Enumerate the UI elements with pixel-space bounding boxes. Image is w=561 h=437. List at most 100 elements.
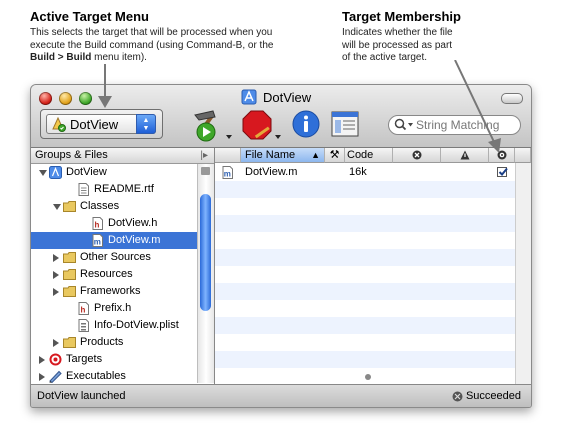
minimize-window-button[interactable] [59, 92, 72, 105]
sidebar-item[interactable]: DotView [31, 164, 197, 181]
sidebar-item-label: Other Sources [80, 251, 151, 263]
column-header-code-label: Code [347, 149, 374, 161]
sidebar-scrollbar-thumb[interactable] [200, 194, 211, 311]
checkmark-icon [498, 167, 508, 176]
disclosure-closed-icon[interactable] [53, 254, 59, 262]
column-header-build[interactable]: ⚒ [325, 148, 345, 163]
disclosure-closed-icon[interactable] [39, 373, 45, 381]
sidebar-item-label: Executables [66, 370, 126, 382]
status-message: DotView launched [37, 390, 126, 402]
column-header-spacer [515, 148, 531, 163]
disclosure-open-icon[interactable] [53, 204, 61, 210]
detail-scrollbar[interactable] [515, 163, 531, 384]
build-and-go-button[interactable] [191, 109, 232, 142]
editor-button[interactable] [330, 109, 364, 141]
rtf-file-icon [77, 183, 90, 196]
plist-file-icon [77, 319, 90, 332]
popup-arrows-icon: ▲ ▼ [136, 114, 156, 134]
annotation-line: This selects the target that will be pro… [30, 27, 273, 38]
annotation-title-target-membership: Target Membership [342, 9, 461, 24]
sidebar-item[interactable]: Products [31, 334, 197, 351]
disclosure-open-icon[interactable] [39, 170, 47, 176]
error-icon [412, 150, 421, 160]
stop-button[interactable] [241, 109, 281, 141]
sidebar-item-label: DotView.h [108, 217, 158, 229]
annotation-arrow-head-icon [98, 96, 112, 108]
empty-row [215, 181, 515, 198]
info-button[interactable] [289, 109, 323, 141]
split-view-handle-icon[interactable] [365, 374, 371, 380]
column-header-file-type[interactable] [215, 148, 241, 163]
empty-row [215, 249, 515, 266]
sidebar-item[interactable]: README.rtf [31, 181, 197, 198]
empty-row [215, 215, 515, 232]
editor-icon [331, 111, 359, 137]
sidebar-item-label: Frameworks [80, 285, 141, 297]
stop-sign-icon [242, 110, 281, 140]
empty-row [215, 232, 515, 249]
sidebar-item[interactable]: Resources [31, 266, 197, 283]
annotation-line-rest: menu item). [91, 52, 147, 63]
empty-row [215, 198, 515, 215]
disclosure-closed-icon[interactable] [53, 288, 59, 296]
folder-icon [63, 200, 76, 213]
source-file-icon: m [91, 234, 104, 247]
svg-text:h: h [95, 221, 100, 230]
sidebar-header: Groups & Files |▸ [31, 148, 214, 164]
annotation-text-target-membership: Indicates whether the file will be proce… [342, 27, 502, 65]
active-target-label: DotView [70, 116, 119, 132]
column-header-file-name-label: File Name [245, 149, 296, 161]
file-row[interactable]: m DotView.m 16k [215, 164, 515, 181]
sidebar-item[interactable]: Other Sources [31, 249, 197, 266]
annotation-line: will be processed as part [342, 39, 453, 51]
build-result-icon [452, 391, 463, 401]
close-window-button[interactable] [39, 92, 52, 105]
search-icon [394, 118, 413, 131]
sidebar-item[interactable]: h DotView.h [31, 215, 197, 232]
sidebar-item[interactable]: Classes [31, 198, 197, 215]
empty-row [215, 300, 515, 317]
disclosure-closed-icon[interactable] [53, 271, 59, 279]
column-header-code[interactable]: Code [345, 148, 393, 163]
scrollbar-corner-icon [201, 167, 210, 175]
sidebar-item[interactable]: Info-DotView.plist [31, 317, 197, 334]
folder-icon [63, 336, 76, 349]
build-and-go-icon [194, 110, 232, 142]
sidebar-item-label: DotView [66, 166, 107, 178]
svg-text:m: m [224, 170, 231, 179]
target-icon [49, 353, 62, 366]
empty-row [215, 283, 515, 300]
sidebar-item-label: Classes [80, 200, 120, 212]
sidebar-item[interactable]: m DotView.m [31, 232, 197, 249]
sidebar-scrollbar[interactable] [197, 164, 214, 383]
active-target-menu[interactable]: DotView ▲ ▼ [40, 109, 163, 139]
sidebar-item-label: DotView.m [108, 234, 161, 246]
zoom-window-button[interactable] [79, 92, 92, 105]
column-header-file-name[interactable]: File Name ▲ [241, 148, 325, 163]
sidebar-resize-icon[interactable]: |▸ [200, 148, 208, 163]
annotation-line: execute the Build command (using Command… [30, 39, 274, 51]
sidebar-item[interactable]: h Prefix.h [31, 300, 197, 317]
column-header-errors[interactable] [393, 148, 441, 163]
svg-text:h: h [81, 306, 86, 315]
sidebar-header-label: Groups & Files [35, 149, 108, 161]
project-icon [241, 89, 257, 105]
project-icon [49, 166, 62, 179]
sidebar-item[interactable]: Frameworks [31, 283, 197, 300]
sidebar-item[interactable]: Executables [31, 368, 197, 385]
detail-view: File Name ▲ ⚒ Code m DotView.m 16k [215, 148, 531, 384]
disclosure-closed-icon[interactable] [39, 356, 45, 364]
header-file-icon: h [91, 217, 104, 230]
folder-icon [63, 285, 76, 298]
target-membership-checkbox[interactable] [497, 167, 508, 177]
window-title: DotView [241, 89, 311, 105]
active-target-popup[interactable]: DotView ▲ ▼ [46, 114, 156, 134]
file-name-cell: DotView.m [245, 166, 298, 178]
sidebar-item[interactable]: Targets [31, 351, 197, 368]
hammer-icon: ⚒ [329, 149, 340, 161]
disclosure-closed-icon[interactable] [53, 339, 59, 347]
empty-row [215, 266, 515, 283]
annotation-line: Indicates whether the file [342, 27, 453, 38]
info-icon [292, 110, 320, 138]
sidebar-item-label: Prefix.h [94, 302, 132, 314]
